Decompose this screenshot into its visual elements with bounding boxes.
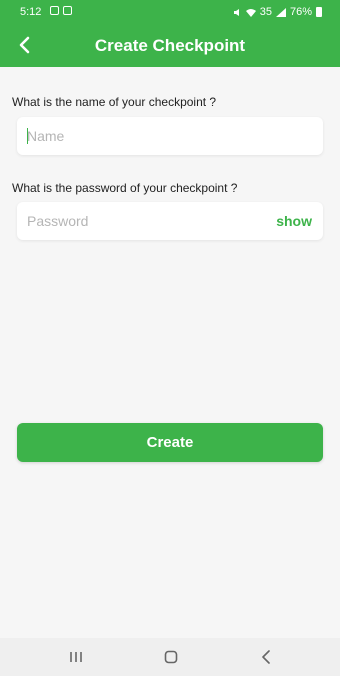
- battery-percent: 76%: [289, 6, 312, 18]
- app-bar: 5:12 35 76% Create Checkpoint: [0, 0, 340, 67]
- page-title: Create Checkpoint: [94, 36, 246, 55]
- notification-icon: [50, 6, 59, 15]
- home-icon: [164, 650, 178, 664]
- system-nav-bar: [0, 638, 340, 676]
- network-indicator: 35: [259, 6, 272, 18]
- notification-icon: [63, 6, 72, 15]
- mute-icon: [233, 8, 239, 16]
- home-button[interactable]: [160, 647, 182, 667]
- name-field[interactable]: [17, 117, 323, 155]
- system-back-button[interactable]: [255, 647, 277, 667]
- name-question-label: What is the name of your checkpoint ?: [12, 95, 217, 109]
- signal-icon: [275, 7, 286, 17]
- battery-icon: [316, 7, 322, 17]
- status-time: 5:12: [20, 6, 42, 18]
- back-icon: [262, 650, 270, 664]
- status-indicators: 35 76%: [233, 6, 322, 18]
- password-input[interactable]: [27, 202, 267, 240]
- create-button[interactable]: Create: [17, 423, 323, 462]
- status-notification-icons: [50, 6, 72, 15]
- password-question-label: What is the password of your checkpoint …: [12, 181, 238, 195]
- recents-button[interactable]: [65, 647, 87, 667]
- wifi-icon: [245, 8, 256, 17]
- recents-icon: [70, 652, 82, 662]
- show-password-button[interactable]: show: [276, 213, 312, 229]
- status-bar: 5:12 35 76%: [0, 0, 340, 24]
- name-input[interactable]: [27, 117, 267, 155]
- password-field[interactable]: show: [17, 202, 323, 240]
